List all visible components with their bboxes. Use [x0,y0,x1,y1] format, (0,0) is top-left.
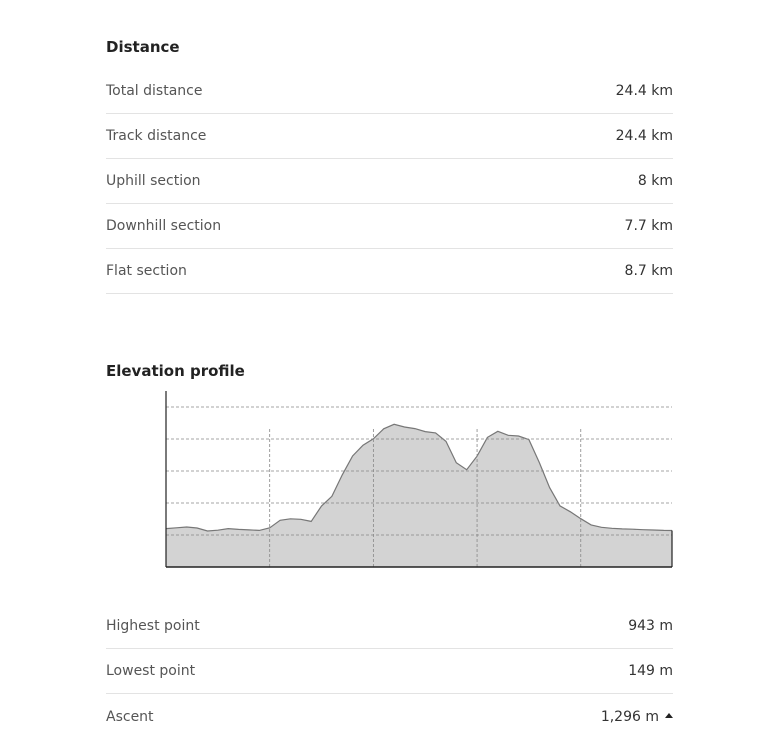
distance-value: 8.7 km [624,263,673,279]
distance-label: Flat section [106,263,187,279]
elevation-area [166,424,672,567]
stat-value: 943 m [628,618,673,634]
stat-value: 149 m [628,663,673,679]
stat-value: 1,296 m [600,708,659,725]
elevation-title: Elevation profile [106,362,245,380]
stat-row-highest: Highest point 943 m [106,604,673,649]
distance-value: 8 km [637,173,673,189]
elevation-section: Elevation profile [106,361,673,381]
distance-value: 24.4 km [615,83,673,99]
stat-label: Highest point [106,618,200,634]
distance-row-total: Total distance 24.4 km [106,69,673,114]
distance-row-downhill: Downhill section 7.7 km [106,204,673,249]
stat-label: Ascent [106,708,154,725]
distance-label: Total distance [106,83,203,99]
stat-label: Lowest point [106,663,196,679]
distance-value: 24.4 km [615,128,673,144]
distance-value: 7.7 km [624,218,673,234]
distance-row-uphill: Uphill section 8 km [106,159,673,204]
elevation-stats: Highest point 943 m Lowest point 149 m A… [106,604,673,739]
distance-label: Track distance [106,128,207,144]
stat-row-lowest: Lowest point 149 m [106,649,673,694]
caret-up-icon [665,712,673,718]
stat-row-ascent: Ascent 1,296 m [106,694,673,739]
elevation-profile-chart [165,391,673,568]
stat-value-ascent: 1,296 m [601,709,673,725]
distance-row-flat: Flat section 8.7 km [106,249,673,294]
distance-label: Uphill section [106,173,201,189]
distance-title: Distance [106,38,180,56]
distance-label: Downhill section [106,218,222,234]
distance-list: Total distance 24.4 km Track distance 24… [106,69,673,294]
distance-section: Distance Total distance 24.4 km Track di… [106,37,673,294]
distance-row-track: Track distance 24.4 km [106,114,673,159]
